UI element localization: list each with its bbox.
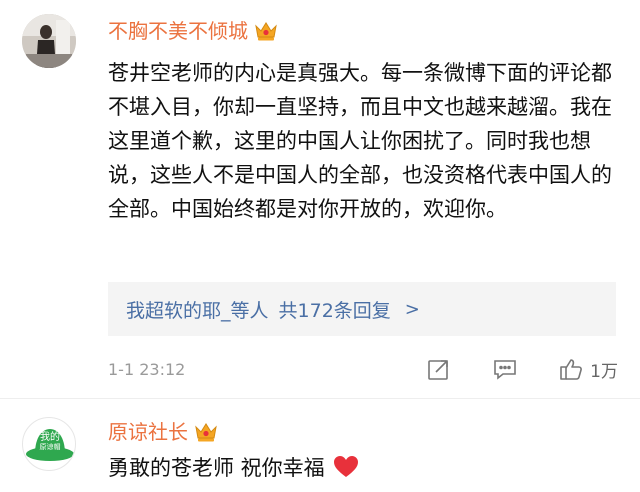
avatar[interactable]: 我的 原谅帽: [22, 417, 76, 471]
comment-text-content: 勇敢的苍老师 祝你幸福: [108, 456, 325, 480]
forward-icon[interactable]: [426, 356, 452, 382]
comment-item: 不胸不美不倾城 苍井空老师的内心是真强大。每一条微博下面的评论都不堪入目，你却一…: [0, 0, 640, 398]
vip-crown-icon: [194, 421, 218, 443]
comment-text: 勇敢的苍老师 祝你幸福: [108, 451, 618, 485]
comment-text: 苍井空老师的内心是真强大。每一条微博下面的评论都不堪入目，你却一直坚持，而且中文…: [108, 61, 612, 221]
chevron-right-icon: >: [404, 298, 420, 320]
avatar-text-line-2: 原谅帽: [39, 443, 61, 451]
like-count: 1万: [590, 361, 618, 382]
heart-icon: [333, 455, 359, 479]
username[interactable]: 不胸不美不倾城: [108, 18, 248, 44]
avatar-photo: [22, 14, 76, 68]
avatar-label: 我的 原谅帽: [23, 432, 75, 452]
like-button[interactable]: 1万: [558, 356, 618, 382]
vip-crown-icon: [254, 20, 278, 42]
reply-count-link[interactable]: 共172条回复: [279, 296, 391, 323]
reply-author-link[interactable]: 我超软的耶_等人: [126, 296, 269, 323]
thumbs-up-icon: [558, 356, 584, 382]
avatar-text-line-1: 我的: [40, 432, 60, 443]
comment-icon[interactable]: [492, 356, 518, 382]
username-row: 不胸不美不倾城: [108, 18, 278, 44]
avatar[interactable]: [22, 14, 76, 68]
timestamp: 1-1 23:12: [108, 359, 186, 379]
action-row: 1-1 23:12 1万: [108, 354, 618, 384]
reply-summary[interactable]: 我超软的耶_等人 共172条回复 >: [108, 282, 616, 336]
username-row: 原谅社长: [108, 419, 218, 445]
username[interactable]: 原谅社长: [108, 419, 188, 445]
comment-item: 我的 原谅帽 原谅社长 勇敢的苍老师 祝你幸福: [0, 398, 640, 492]
